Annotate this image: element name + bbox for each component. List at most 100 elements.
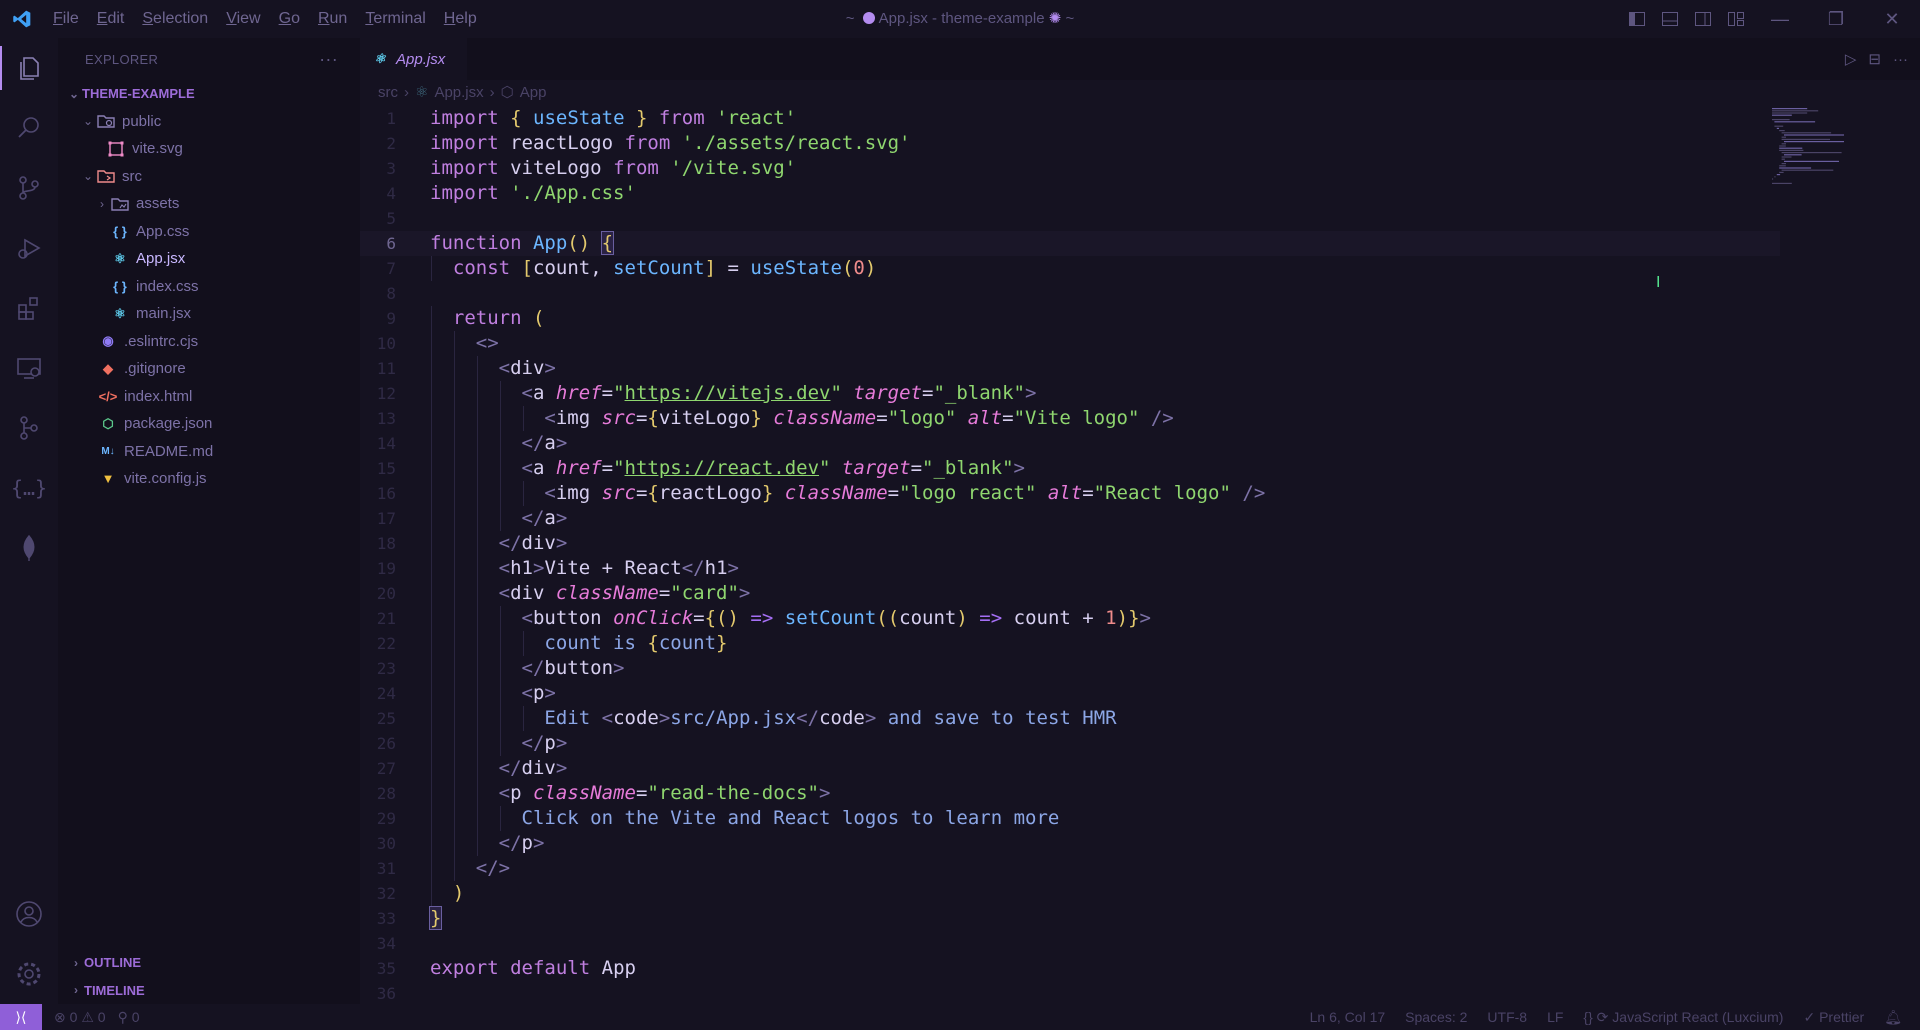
code-line[interactable]: 22 count is {count} xyxy=(360,631,1780,656)
menu-file[interactable]: File xyxy=(44,10,88,28)
code-line[interactable]: 7 const [count, setCount] = useState(0) xyxy=(360,256,1780,281)
code-line[interactable]: 25 Edit <code>src/App.jsx</code> and sav… xyxy=(360,706,1780,731)
code-line[interactable]: 8 xyxy=(360,281,1780,306)
code-line[interactable]: 36 xyxy=(360,981,1780,1006)
tree-item-app-css[interactable]: { } App.css xyxy=(58,218,360,246)
code-line[interactable]: 33} xyxy=(360,906,1780,931)
ports-indicator[interactable]: ⚲ 0 xyxy=(118,1009,140,1026)
settings-gear-icon[interactable] xyxy=(0,944,58,1004)
end-of-line[interactable]: LF xyxy=(1547,1009,1563,1025)
problems-indicator[interactable]: ⊗ 0 ⚠ 0 xyxy=(54,1009,106,1026)
code-line[interactable]: 30 </p> xyxy=(360,831,1780,856)
run-file-icon[interactable]: ▷ xyxy=(1845,50,1857,68)
code-line[interactable]: 3 import viteLogo from '/vite.svg' xyxy=(360,156,1780,181)
run-debug-icon[interactable] xyxy=(0,218,58,278)
code-line[interactable]: 13 <img src={viteLogo} className="logo" … xyxy=(360,406,1780,431)
code-line[interactable]: 10 <> xyxy=(360,331,1780,356)
code-line[interactable]: 9 return ( xyxy=(360,306,1780,331)
code-line[interactable]: 19 <h1>Vite + React</h1> xyxy=(360,556,1780,581)
restore-icon[interactable]: ❐ xyxy=(1808,0,1864,38)
code-line[interactable]: 15 <a href="https://react.dev" target="_… xyxy=(360,456,1780,481)
tree-item-src[interactable]: ⌄ src xyxy=(58,163,360,191)
explorer-icon[interactable] xyxy=(0,38,58,98)
breadcrumb-file[interactable]: App.jsx xyxy=(434,84,483,101)
menu-go[interactable]: Go xyxy=(270,10,309,28)
tree-item-readme[interactable]: M↓ README.md xyxy=(58,438,360,466)
workspace-root[interactable]: ⌄ THEME-EXAMPLE xyxy=(58,80,360,108)
code-line[interactable]: 4 import './App.css' xyxy=(360,181,1780,206)
menu-selection[interactable]: Selection xyxy=(133,10,217,28)
code-line[interactable]: 27 </div> xyxy=(360,756,1780,781)
customize-layout-icon[interactable] xyxy=(1719,0,1752,38)
mouse-ibeam-cursor-icon: I xyxy=(1656,274,1661,291)
code-line[interactable]: 26 </p> xyxy=(360,731,1780,756)
tab-app-jsx[interactable]: ⚛ App.jsx xyxy=(360,38,468,80)
indentation[interactable]: Spaces: 2 xyxy=(1405,1009,1467,1025)
tree-item-package-json[interactable]: ⬡ package.json xyxy=(58,410,360,438)
tree-item-vite-config[interactable]: ▼ vite.config.js xyxy=(58,465,360,493)
tree-item-index-css[interactable]: { } index.css xyxy=(58,273,360,301)
code-line[interactable]: 12 <a href="https://vitejs.dev" target="… xyxy=(360,381,1780,406)
remote-indicator-icon[interactable]: ⟩⟨ xyxy=(0,1004,42,1030)
more-actions-icon[interactable]: ··· xyxy=(319,49,338,70)
code-line[interactable]: 20 <div className="card"> xyxy=(360,581,1780,606)
tree-item-gitignore[interactable]: ◆ .gitignore xyxy=(58,355,360,383)
code-line[interactable]: 5 xyxy=(360,206,1780,231)
code-line[interactable]: 28 <p className="read-the-docs"> xyxy=(360,781,1780,806)
code-line[interactable]: 18 </div> xyxy=(360,531,1780,556)
toggle-panel-icon[interactable] xyxy=(1653,0,1686,38)
code-line[interactable]: 34 xyxy=(360,931,1780,956)
tree-item-index-html[interactable]: </> index.html xyxy=(58,383,360,411)
code-line[interactable]: 21 <button onClick={() => setCount((coun… xyxy=(360,606,1780,631)
minimize-icon[interactable]: — xyxy=(1752,0,1808,38)
remote-explorer-icon[interactable] xyxy=(0,338,58,398)
breadcrumb-symbol[interactable]: App xyxy=(520,84,547,101)
tree-item-eslintrc[interactable]: ◉ .eslintrc.cjs xyxy=(58,328,360,356)
code-line[interactable]: 2 import reactLogo from './assets/react.s… xyxy=(360,131,1780,156)
more-actions-icon[interactable]: ··· xyxy=(1893,51,1908,68)
split-editor-icon[interactable]: ⊟ xyxy=(1868,50,1881,68)
search-icon[interactable] xyxy=(0,98,58,158)
code-line[interactable]: 16 <img src={reactLogo} className="logo … xyxy=(360,481,1780,506)
menu-terminal[interactable]: Terminal xyxy=(356,10,434,28)
json-braces-icon[interactable]: {…} xyxy=(0,458,58,518)
menu-run[interactable]: Run xyxy=(309,10,356,28)
menu-view[interactable]: View xyxy=(217,10,269,28)
tree-item-public[interactable]: ⌄ public xyxy=(58,108,360,136)
menu-help[interactable]: Help xyxy=(435,10,486,28)
tree-item-vite-svg[interactable]: vite.svg xyxy=(58,135,360,163)
notifications-bell-icon[interactable]: 🔔︎ xyxy=(1884,1009,1902,1026)
menu-edit[interactable]: Edit xyxy=(88,10,134,28)
code-line[interactable]: 11 <div> xyxy=(360,356,1780,381)
minimap[interactable] xyxy=(1770,106,1850,196)
tree-item-main-jsx[interactable]: ⚛ main.jsx xyxy=(58,300,360,328)
source-control-icon[interactable] xyxy=(0,158,58,218)
language-mode[interactable]: {} ⟳ JavaScript React (Luxcium) xyxy=(1583,1009,1783,1026)
code-line[interactable]: 1 import { useState } from 'react' xyxy=(360,106,1780,131)
close-icon[interactable]: ✕ xyxy=(1864,0,1920,38)
code-line[interactable]: 6 function App() { xyxy=(360,231,1780,256)
mongodb-leaf-icon[interactable] xyxy=(0,518,58,578)
gitlens-icon[interactable] xyxy=(0,398,58,458)
outline-section[interactable]: › OUTLINE xyxy=(58,949,360,977)
tree-item-assets[interactable]: › assets xyxy=(58,190,360,218)
code-line[interactable]: 29 Click on the Vite and React logos to … xyxy=(360,806,1780,831)
timeline-section[interactable]: › TIMELINE xyxy=(58,977,360,1005)
code-line[interactable]: 31 </> xyxy=(360,856,1780,881)
code-line[interactable]: 32 ) xyxy=(360,881,1780,906)
code-line[interactable]: 24 <p> xyxy=(360,681,1780,706)
code-editor[interactable]: 1 import { useState } from 'react' 2 import… xyxy=(360,106,1780,1006)
code-line[interactable]: 35 export default App xyxy=(360,956,1780,981)
code-line[interactable]: 14 </a> xyxy=(360,431,1780,456)
encoding[interactable]: UTF-8 xyxy=(1487,1009,1527,1025)
code-line[interactable]: 23 </button> xyxy=(360,656,1780,681)
toggle-primary-sidebar-icon[interactable] xyxy=(1620,0,1653,38)
account-icon[interactable] xyxy=(0,884,58,944)
toggle-secondary-sidebar-icon[interactable] xyxy=(1686,0,1719,38)
cursor-position[interactable]: Ln 6, Col 17 xyxy=(1310,1009,1386,1025)
extensions-icon[interactable] xyxy=(0,278,58,338)
formatter-status[interactable]: ✓ Prettier xyxy=(1803,1009,1864,1026)
code-line[interactable]: 17 </a> xyxy=(360,506,1780,531)
tree-item-app-jsx[interactable]: ⚛ App.jsx xyxy=(58,245,360,273)
breadcrumb-src[interactable]: src xyxy=(378,84,398,101)
